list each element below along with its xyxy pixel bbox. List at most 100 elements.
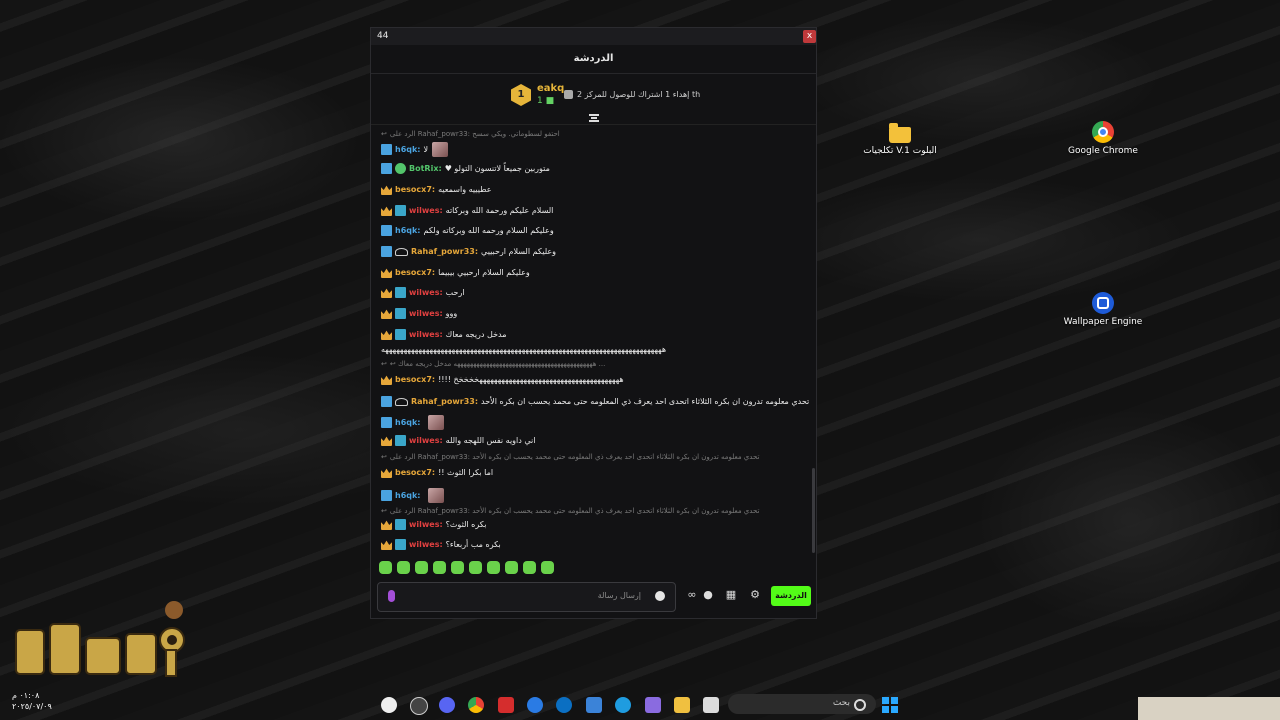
file-explorer-icon[interactable] (674, 697, 690, 713)
desktop-icon-chrome[interactable]: Google Chrome (1063, 121, 1143, 156)
collapse-icon[interactable] (589, 114, 599, 122)
hype-banner: 1 eakq 1 ■ إهداء 1 اشتراك للوصول للمركز … (371, 74, 816, 125)
emote-button[interactable] (487, 561, 500, 574)
reply-context: ↩ الرد على Rahaf_powr33: تحدي معلومه تدرو… (381, 453, 759, 461)
chat-message: besocx7: هههههههههههههههههههههههههههههههه… (381, 374, 800, 385)
chat-input[interactable]: إرسال رسالة (377, 582, 676, 612)
chat-window: 44 x الدردشة 1 eakq 1 ■ إهداء 1 اشتراك ل… (370, 27, 817, 619)
emote-button[interactable] (451, 561, 464, 574)
desktop-icon-wallpaper-engine[interactable]: Wallpaper Engine (1063, 292, 1143, 327)
chat-username[interactable]: wilwes: (409, 540, 443, 549)
chat-message-text: ارحب (445, 288, 465, 297)
infinity-icon[interactable]: ∞ (686, 589, 698, 601)
chat-username[interactable]: h6qk: (395, 226, 421, 235)
wallpaper-engine-icon (1092, 292, 1114, 314)
reply-context: ↩ الرد على Rahaf_powr33: احتفو لسطوماتي. … (381, 130, 560, 138)
edge-icon[interactable] (615, 697, 631, 713)
chat-scrollbar[interactable] (812, 468, 815, 553)
reply-text: الرد على Rahaf_powr33: تحدي معلومه تدرون… (389, 453, 760, 461)
emote-button[interactable] (433, 561, 446, 574)
emoji-icon[interactable] (655, 591, 665, 601)
desktop-icon-folder[interactable]: تكلجيات V.1 البلوت (860, 121, 940, 156)
vip-badge-icon (395, 287, 406, 298)
vip-badge-icon (395, 205, 406, 216)
store-icon[interactable]: ▦ (725, 589, 737, 601)
crown-badge-icon (381, 520, 392, 530)
chat-message: wilwes: مدخل دريجه معاك (381, 329, 800, 340)
chat-message-text: وعليكم السلام ورحمه الله وبركاته ولكم (423, 226, 554, 235)
emote-button[interactable] (469, 561, 482, 574)
chat-username[interactable]: Rahaf_powr33: (411, 397, 478, 406)
share-icon[interactable]: ● (702, 589, 714, 601)
obs-icon[interactable] (410, 697, 428, 715)
vip-badge-icon (395, 539, 406, 550)
chat-username[interactable]: wilwes: (409, 436, 443, 445)
window-titlebar[interactable]: 44 x (371, 28, 816, 45)
chat-message-text: ووو (445, 309, 458, 318)
chat-message-text: لا (423, 145, 429, 154)
chat-message: Rahaf_powr33: تحدي معلومه تدرون ان بكره ا… (381, 394, 809, 409)
taskbar-search[interactable]: بحث (728, 694, 876, 714)
close-button[interactable]: x (803, 30, 816, 43)
desktop-icon-label: Wallpaper Engine (1063, 317, 1143, 327)
chat-username[interactable]: h6qk: (395, 418, 421, 427)
chat-username[interactable]: besocx7: (395, 375, 435, 384)
chat-message: besocx7: اما بكرا الثوث !! (381, 467, 800, 478)
vip-badge-icon (395, 435, 406, 446)
task-view-icon[interactable] (703, 697, 719, 713)
og-badge-icon (395, 247, 408, 256)
chat-message-text: هههههههههههههههههههههههههههههههههههههههه… (381, 345, 667, 354)
chat-username[interactable]: wilwes: (409, 288, 443, 297)
chat-message: wilwes: ارحب (381, 287, 800, 298)
clock-time: ٠١:٠٨ م (12, 691, 40, 700)
folder-icon (889, 123, 911, 143)
hype-username[interactable]: eakq (537, 83, 564, 95)
chat-username[interactable]: Rahaf_powr33: (411, 247, 478, 256)
store-taskbar-icon[interactable] (586, 697, 602, 713)
chat-message-text: السلام عليكم ورحمة الله وبركاته (445, 206, 554, 215)
emote-button[interactable] (523, 561, 536, 574)
taskbar (0, 690, 1280, 720)
chat-username[interactable]: h6qk: (395, 491, 421, 500)
chat-username[interactable]: BotRix: (409, 164, 442, 173)
antivirus-icon[interactable] (498, 697, 514, 713)
chat-message: هههههههههههههههههههههههههههههههههههههههه… (381, 345, 800, 354)
chat-username[interactable]: besocx7: (395, 468, 435, 477)
chat-username[interactable]: h6qk: (395, 145, 421, 154)
crown-badge-icon (381, 436, 392, 446)
send-chat-button[interactable]: الدردشة (771, 586, 811, 606)
emote-button[interactable] (397, 561, 410, 574)
hp-icon[interactable] (556, 697, 572, 713)
notification-panel (1138, 697, 1280, 720)
discord-icon[interactable] (439, 697, 455, 713)
crown-badge-icon (381, 268, 392, 278)
chat-message: h6qk: (381, 415, 800, 430)
app-icon[interactable] (527, 697, 543, 713)
emote-button[interactable] (415, 561, 428, 574)
emote-button[interactable] (505, 561, 518, 574)
chat-username[interactable]: wilwes: (409, 330, 443, 339)
windows-start-icon[interactable] (882, 697, 898, 713)
chat-message: wilwes: اني داويه نفس اللهجه والله (381, 435, 800, 446)
emote-button[interactable] (541, 561, 554, 574)
crown-badge-icon (381, 288, 392, 298)
crown-badge-icon (381, 375, 392, 385)
chat-input-placeholder: إرسال رسالة (597, 591, 641, 600)
emote-button[interactable] (379, 561, 392, 574)
chrome-taskbar-icon[interactable] (468, 697, 484, 713)
chat-username[interactable]: wilwes: (409, 520, 443, 529)
chat-username[interactable]: besocx7: (395, 185, 435, 194)
chat-username[interactable]: besocx7: (395, 268, 435, 277)
chat-username[interactable]: wilwes: (409, 309, 443, 318)
mic-icon[interactable] (388, 590, 395, 602)
vip-badge-icon (395, 308, 406, 319)
taskbar-clock[interactable]: ٠١:٠٨ م ٢٠٢٥/٠٧/٠٩ (12, 690, 52, 712)
settings-icon[interactable] (381, 697, 397, 713)
copilot-icon[interactable] (645, 697, 661, 713)
chat-username[interactable]: wilwes: (409, 206, 443, 215)
settings-gear-icon[interactable]: ⚙ (749, 589, 761, 601)
reply-arrow-icon: ↩ (381, 507, 387, 515)
crown-badge-icon (381, 185, 392, 195)
gift-icon (564, 90, 573, 99)
clock-date: ٢٠٢٥/٠٧/٠٩ (12, 702, 52, 711)
